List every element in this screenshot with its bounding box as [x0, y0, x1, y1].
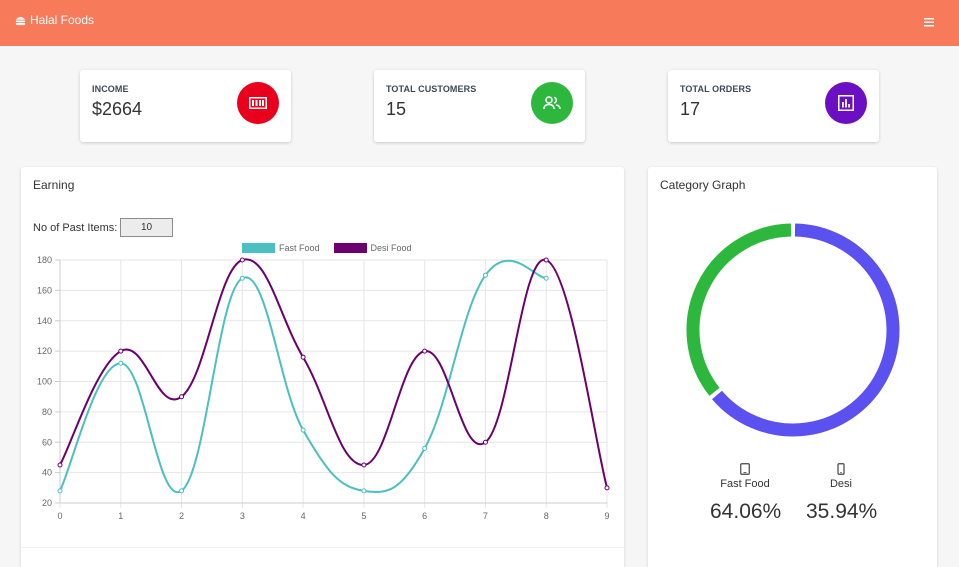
category-label-desi: Desi	[829, 478, 852, 490]
brand-link[interactable]: Halal Foods	[15, 13, 94, 27]
data-point-desi-food[interactable]	[179, 394, 185, 400]
income-icon-badge	[237, 82, 279, 124]
y-tick-label: 160	[37, 285, 52, 295]
orders-label: TOTAL ORDERS	[680, 84, 752, 94]
x-tick-label: 8	[544, 511, 549, 521]
data-point-fast-food[interactable]	[482, 272, 488, 278]
data-point-desi-food[interactable]	[422, 348, 428, 354]
tablet-icon	[740, 463, 750, 475]
data-point-fast-food[interactable]	[361, 488, 367, 494]
x-tick-label: 4	[301, 511, 306, 521]
category-panel: Category Graph Fast Food 64.06% Desi 35.…	[648, 167, 937, 567]
x-tick-label: 1	[118, 511, 123, 521]
category-pct-desi: 35.94%	[806, 500, 878, 523]
users-icon	[543, 96, 561, 110]
customers-card: TOTAL CUSTOMERS 15	[374, 70, 585, 142]
x-tick-label: 2	[179, 511, 184, 521]
top-navbar: Halal Foods	[0, 0, 959, 46]
customers-value: 15	[386, 99, 407, 119]
x-tick-label: 5	[361, 511, 366, 521]
income-label: INCOME	[92, 84, 129, 94]
x-tick-label: 3	[240, 511, 245, 521]
data-point-fast-food[interactable]	[300, 427, 306, 433]
y-tick-label: 20	[42, 498, 52, 508]
category-pct-fast-food: 64.06%	[710, 500, 782, 523]
y-tick-label: 140	[37, 316, 52, 326]
data-point-desi-food[interactable]	[239, 257, 245, 263]
category-item-desi: Desi 35.94%	[806, 463, 878, 524]
money-icon	[249, 97, 267, 109]
data-point-desi-food[interactable]	[57, 462, 63, 468]
income-card: INCOME $2664	[80, 70, 291, 142]
x-tick-label: 6	[422, 511, 427, 521]
data-point-desi-food[interactable]	[543, 257, 549, 263]
data-point-fast-food[interactable]	[543, 275, 549, 281]
y-tick-label: 40	[42, 468, 52, 478]
data-point-fast-food[interactable]	[57, 488, 63, 494]
data-point-desi-food[interactable]	[482, 439, 488, 445]
data-point-fast-food[interactable]	[179, 488, 185, 494]
series-line-desi-food	[59, 258, 608, 489]
x-tick-label: 0	[57, 511, 62, 521]
customers-icon-badge	[531, 82, 573, 124]
data-point-desi-food[interactable]	[361, 462, 367, 468]
hamburger-food-icon	[15, 16, 26, 25]
y-tick-label: 180	[37, 255, 52, 265]
y-tick-label: 120	[37, 346, 52, 356]
earning-panel: Earning No of Past Items: Fast Food Desi…	[21, 167, 624, 567]
brand-name: Halal Foods	[30, 13, 95, 27]
data-point-fast-food[interactable]	[239, 275, 245, 281]
orders-icon-badge	[825, 82, 867, 124]
x-tick-label: 7	[483, 511, 488, 521]
data-point-fast-food[interactable]	[422, 445, 428, 451]
category-label-fast-food: Fast Food	[720, 478, 770, 490]
menu-button[interactable]	[922, 16, 936, 30]
data-point-desi-food[interactable]	[604, 485, 610, 491]
orders-value: 17	[680, 99, 701, 119]
income-value: $2664	[92, 99, 143, 119]
phone-icon	[837, 463, 845, 475]
y-tick-label: 60	[42, 437, 52, 447]
category-title: Category Graph	[660, 178, 746, 192]
category-donut-chart	[686, 223, 900, 437]
x-tick-label: 9	[604, 511, 609, 521]
data-point-fast-food[interactable]	[118, 360, 124, 366]
orders-card: TOTAL ORDERS 17	[668, 70, 879, 142]
y-tick-label: 80	[42, 407, 52, 417]
data-point-desi-food[interactable]	[118, 348, 124, 354]
y-tick-label: 100	[37, 377, 52, 387]
earning-line-chart: 20 40 60 80 100 120 140 160 180 0 1 2 3 4 5 6 7 8 9	[37, 255, 610, 521]
customers-label: TOTAL CUSTOMERS	[386, 84, 477, 94]
category-item-fast-food: Fast Food 64.06%	[710, 463, 782, 524]
panel-divider	[21, 547, 624, 548]
donut-slice-fast-food[interactable]	[712, 223, 900, 437]
data-point-desi-food[interactable]	[300, 354, 306, 360]
donut-slice-desi[interactable]	[686, 223, 792, 396]
bar-chart-icon	[838, 95, 854, 111]
hamburger-icon	[924, 18, 934, 27]
